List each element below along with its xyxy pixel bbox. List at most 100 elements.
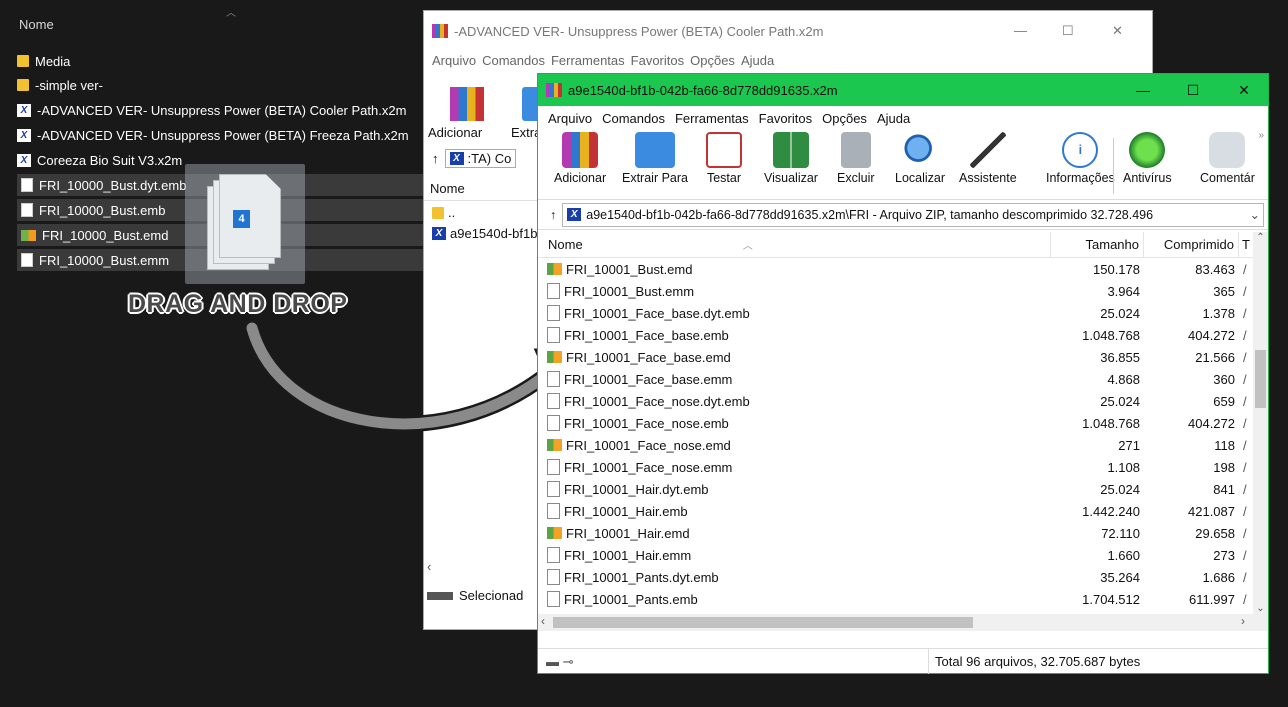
file-row[interactable]: FRI_10001_Bust.emm 3.964 365 / [538, 280, 1254, 302]
menu-ferramentas[interactable]: Ferramentas [675, 111, 749, 126]
file-packed-cell: 404.272 [1188, 327, 1235, 343]
view-button[interactable]: Visualizar [764, 132, 818, 185]
file-row[interactable]: FRI_10001_Face_nose.dyt.emb 25.024 659 / [538, 390, 1254, 412]
add-button-label[interactable]: Adicionar [428, 125, 482, 140]
test-button[interactable]: Testar [706, 132, 742, 185]
file-row[interactable]: FRI_10001_Hair.dyt.emb 25.024 841 / [538, 478, 1254, 500]
file-row[interactable]: FRI_10001_Hair.emd 72.110 29.658 / [538, 522, 1254, 544]
maximize-button[interactable]: ☐ [1170, 74, 1216, 106]
menu-ajuda[interactable]: Ajuda [741, 53, 774, 68]
file-size-cell: 25.024 [1100, 305, 1140, 321]
menu-opcoes[interactable]: Opções [822, 111, 867, 126]
file-type-cell: / [1243, 569, 1247, 585]
back-scroll-left-icon[interactable]: ‹ [427, 559, 431, 574]
front-address-field[interactable]: X a9e1540d-bf1b-042b-fa66-8d778dd91635.x… [562, 202, 1264, 227]
file-packed-cell: 273 [1213, 547, 1235, 563]
horizontal-scroll-thumb[interactable] [553, 617, 973, 628]
name-column-header[interactable]: Nome [19, 17, 54, 32]
minimize-button[interactable]: — [1120, 74, 1166, 106]
vertical-scrollbar[interactable]: ⌃ ⌄ [1253, 232, 1268, 614]
close-button[interactable]: ✕ [1221, 74, 1267, 106]
toolbar-overflow-icon[interactable]: » [1258, 130, 1264, 141]
back-name-column-header[interactable]: Nome [424, 177, 542, 201]
file-row[interactable]: FRI_10001_Pants.emb 1.704.512 611.997 / [538, 588, 1254, 610]
menu-favoritos[interactable]: Favoritos [631, 53, 684, 68]
explorer-item-simple-ver[interactable]: -simple ver- [17, 74, 103, 96]
file-size-cell: 3.964 [1107, 283, 1140, 299]
column-header-type[interactable]: T [1239, 232, 1254, 258]
file-icon [547, 305, 560, 321]
file-type-cell: / [1243, 393, 1247, 409]
menu-comandos[interactable]: Comandos [602, 111, 665, 126]
back-address-field[interactable]: X :TA) Co [444, 149, 517, 168]
scroll-right-icon[interactable]: › [1241, 614, 1245, 628]
sort-caret-icon[interactable]: ︿ [226, 4, 236, 19]
file-row[interactable]: FRI_10001_Bust.emd 150.178 83.463 / [538, 258, 1254, 280]
file-name-cell: FRI_10001_Face_base.emb [538, 327, 1051, 343]
delete-button[interactable]: Excluir [837, 132, 875, 185]
vertical-scroll-thumb[interactable] [1255, 350, 1266, 408]
file-row[interactable]: FRI_10001_Face_nose.emb 1.048.768 404.272 / [538, 412, 1254, 434]
back-window-titlebar[interactable]: -ADVANCED VER- Unsuppress Power (BETA) C… [424, 11, 1152, 51]
file-size-cell: 35.264 [1100, 569, 1140, 585]
column-header-size[interactable]: Tamanho [1051, 232, 1144, 257]
menu-arquivo[interactable]: Arquivo [432, 53, 476, 68]
scroll-left-icon[interactable]: ‹ [541, 614, 545, 628]
file-row[interactable]: FRI_10001_Face_base.dyt.emb 25.024 1.378 / [538, 302, 1254, 324]
menu-favoritos[interactable]: Favoritos [759, 111, 812, 126]
file-row[interactable]: FRI_10001_Hair.emb 1.442.240 421.087 / [538, 500, 1254, 522]
extract-to-button[interactable]: Extrair Para [622, 132, 688, 185]
file-row[interactable]: FRI_10001_Face_nose.emm 1.108 198 / [538, 456, 1254, 478]
front-archive-window[interactable]: a9e1540d-bf1b-042b-fa66-8d778dd91635.x2m… [537, 73, 1269, 674]
horizontal-scrollbar[interactable]: ‹ › [538, 614, 1268, 631]
scroll-down-icon[interactable]: ⌄ [1253, 603, 1268, 614]
menu-arquivo[interactable]: Arquivo [548, 111, 592, 126]
file-packed-cell: 118 [1214, 437, 1235, 453]
file-size-cell: 271 [1118, 437, 1140, 453]
back-status-bar: Selecionad [427, 588, 523, 603]
file-packed-cell: 611.997 [1188, 591, 1235, 607]
maximize-button[interactable]: ☐ [1062, 23, 1074, 39]
minimize-button[interactable]: — [1014, 23, 1027, 38]
scroll-up-icon[interactable]: ⌃ [1253, 232, 1268, 243]
comment-button[interactable]: Comentár [1200, 132, 1255, 185]
close-button[interactable]: ✕ [1112, 23, 1123, 39]
drive-icon [427, 591, 453, 600]
file-row[interactable]: FRI_10001_Pants.dyt.emb 35.264 1.686 / [538, 566, 1254, 588]
explorer-item-freeza-path[interactable]: X -ADVANCED VER- Unsuppress Power (BETA)… [17, 124, 409, 146]
address-dropdown-icon[interactable]: ⌄ [1250, 207, 1263, 222]
up-arrow-icon[interactable]: ↑ [432, 151, 439, 166]
explorer-item-cooler-path[interactable]: X -ADVANCED VER- Unsuppress Power (BETA)… [17, 99, 406, 121]
book-icon [772, 132, 809, 168]
add-button[interactable]: Adicionar [554, 132, 606, 185]
antivirus-button[interactable]: Antivírus [1123, 132, 1172, 185]
menu-ajuda[interactable]: Ajuda [877, 111, 910, 126]
file-row[interactable]: FRI_10001_Face_nose.emd 271 118 / [538, 434, 1254, 456]
info-icon: i [1062, 132, 1099, 168]
file-row[interactable]: FRI_10001_Face_base.emm 4.868 360 / [538, 368, 1254, 390]
explorer-item-coreeza[interactable]: X Coreeza Bio Suit V3.x2m [17, 149, 182, 171]
find-button[interactable]: Localizar [895, 132, 945, 185]
file-size-cell: 1.048.768 [1082, 327, 1140, 343]
explorer-item-label: -ADVANCED VER- Unsuppress Power (BETA) F… [37, 127, 409, 143]
file-row[interactable]: FRI_10001_Face_base.emd 36.855 21.566 / [538, 346, 1254, 368]
drag-and-drop-caption: DRAG AND DROP [128, 290, 348, 318]
add-icon[interactable] [450, 87, 484, 121]
column-header-name[interactable]: Nome ︿ [538, 232, 1051, 257]
back-row-parent[interactable]: .. [432, 205, 455, 220]
file-row[interactable]: FRI_10001_Hair.emm 1.660 273 / [538, 544, 1254, 566]
up-arrow-icon[interactable]: ↑ [550, 208, 556, 222]
file-name-cell: FRI_10001_Bust.emm [538, 283, 1051, 299]
file-icon [547, 283, 560, 299]
menu-ferramentas[interactable]: Ferramentas [551, 53, 625, 68]
explorer-item-label: FRI_10000_Bust.dyt.emb [39, 177, 187, 193]
info-button[interactable]: i Informações [1046, 132, 1115, 185]
menu-opcoes[interactable]: Opções [690, 53, 735, 68]
file-row[interactable]: FRI_10001_Face_base.emb 1.048.768 404.272 / [538, 324, 1254, 346]
explorer-item-media[interactable]: Media [17, 50, 70, 72]
back-row-archive[interactable]: X a9e1540d-bf1b [432, 226, 537, 241]
file-type-cell: / [1243, 503, 1247, 519]
column-header-packed[interactable]: Comprimido [1144, 232, 1239, 257]
wizard-button[interactable]: Assistente [959, 132, 1017, 185]
menu-comandos[interactable]: Comandos [482, 53, 545, 68]
